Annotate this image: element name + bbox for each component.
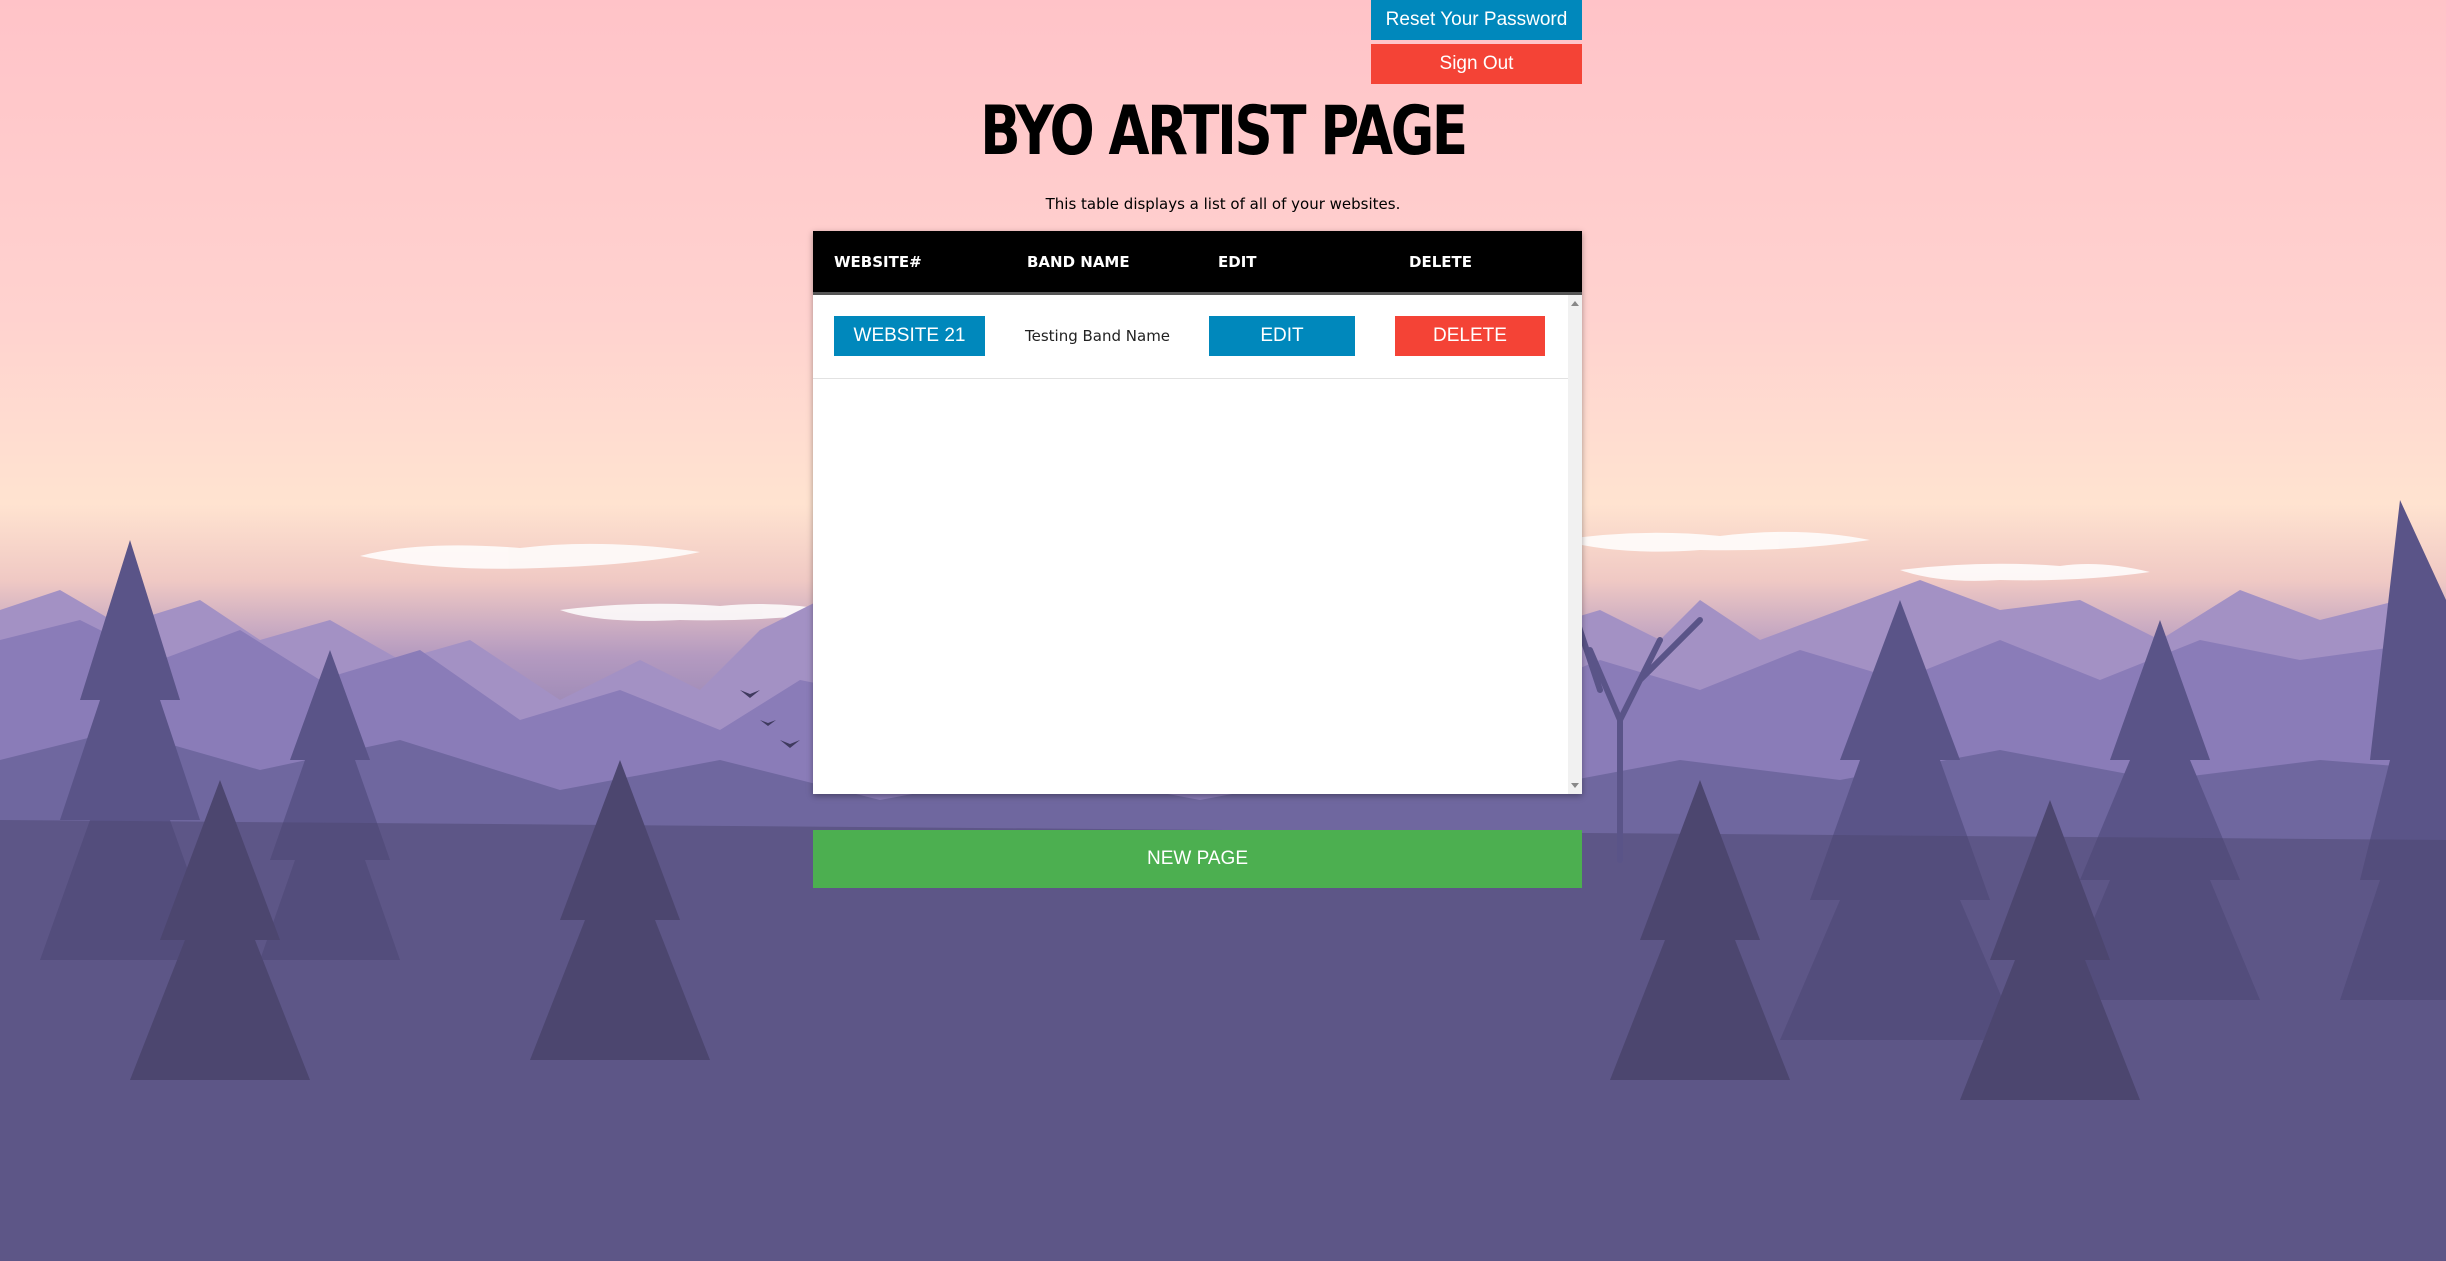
- delete-button[interactable]: DELETE: [1395, 316, 1545, 356]
- table-body: WEBSITE 21 Testing Band Name EDIT DELETE: [813, 295, 1582, 794]
- table-scrollbar[interactable]: [1568, 295, 1582, 794]
- reset-password-button[interactable]: Reset Your Password: [1371, 0, 1582, 40]
- websites-table: WEBSITE# BAND NAME EDIT DELETE WEBSITE 2…: [813, 231, 1582, 794]
- new-page-button[interactable]: NEW PAGE: [813, 830, 1582, 888]
- column-header-delete: DELETE: [1409, 253, 1472, 271]
- column-header-band-name: BAND NAME: [1027, 253, 1130, 271]
- website-link-button[interactable]: WEBSITE 21: [834, 316, 985, 356]
- scroll-down-arrow-icon[interactable]: [1571, 783, 1579, 788]
- table-header: WEBSITE# BAND NAME EDIT DELETE: [813, 231, 1582, 295]
- edit-button[interactable]: EDIT: [1209, 316, 1355, 356]
- band-name-cell: Testing Band Name: [1025, 327, 1171, 345]
- scroll-up-arrow-icon[interactable]: [1571, 301, 1579, 306]
- sign-out-button[interactable]: Sign Out: [1371, 44, 1582, 84]
- column-header-edit: EDIT: [1218, 253, 1257, 271]
- page-subtitle: This table displays a list of all of you…: [1045, 195, 1401, 213]
- page-title: BYO ARTIST PAGE: [980, 92, 1468, 171]
- column-header-website: WEBSITE#: [834, 253, 922, 271]
- table-row: WEBSITE 21 Testing Band Name EDIT DELETE: [813, 295, 1568, 379]
